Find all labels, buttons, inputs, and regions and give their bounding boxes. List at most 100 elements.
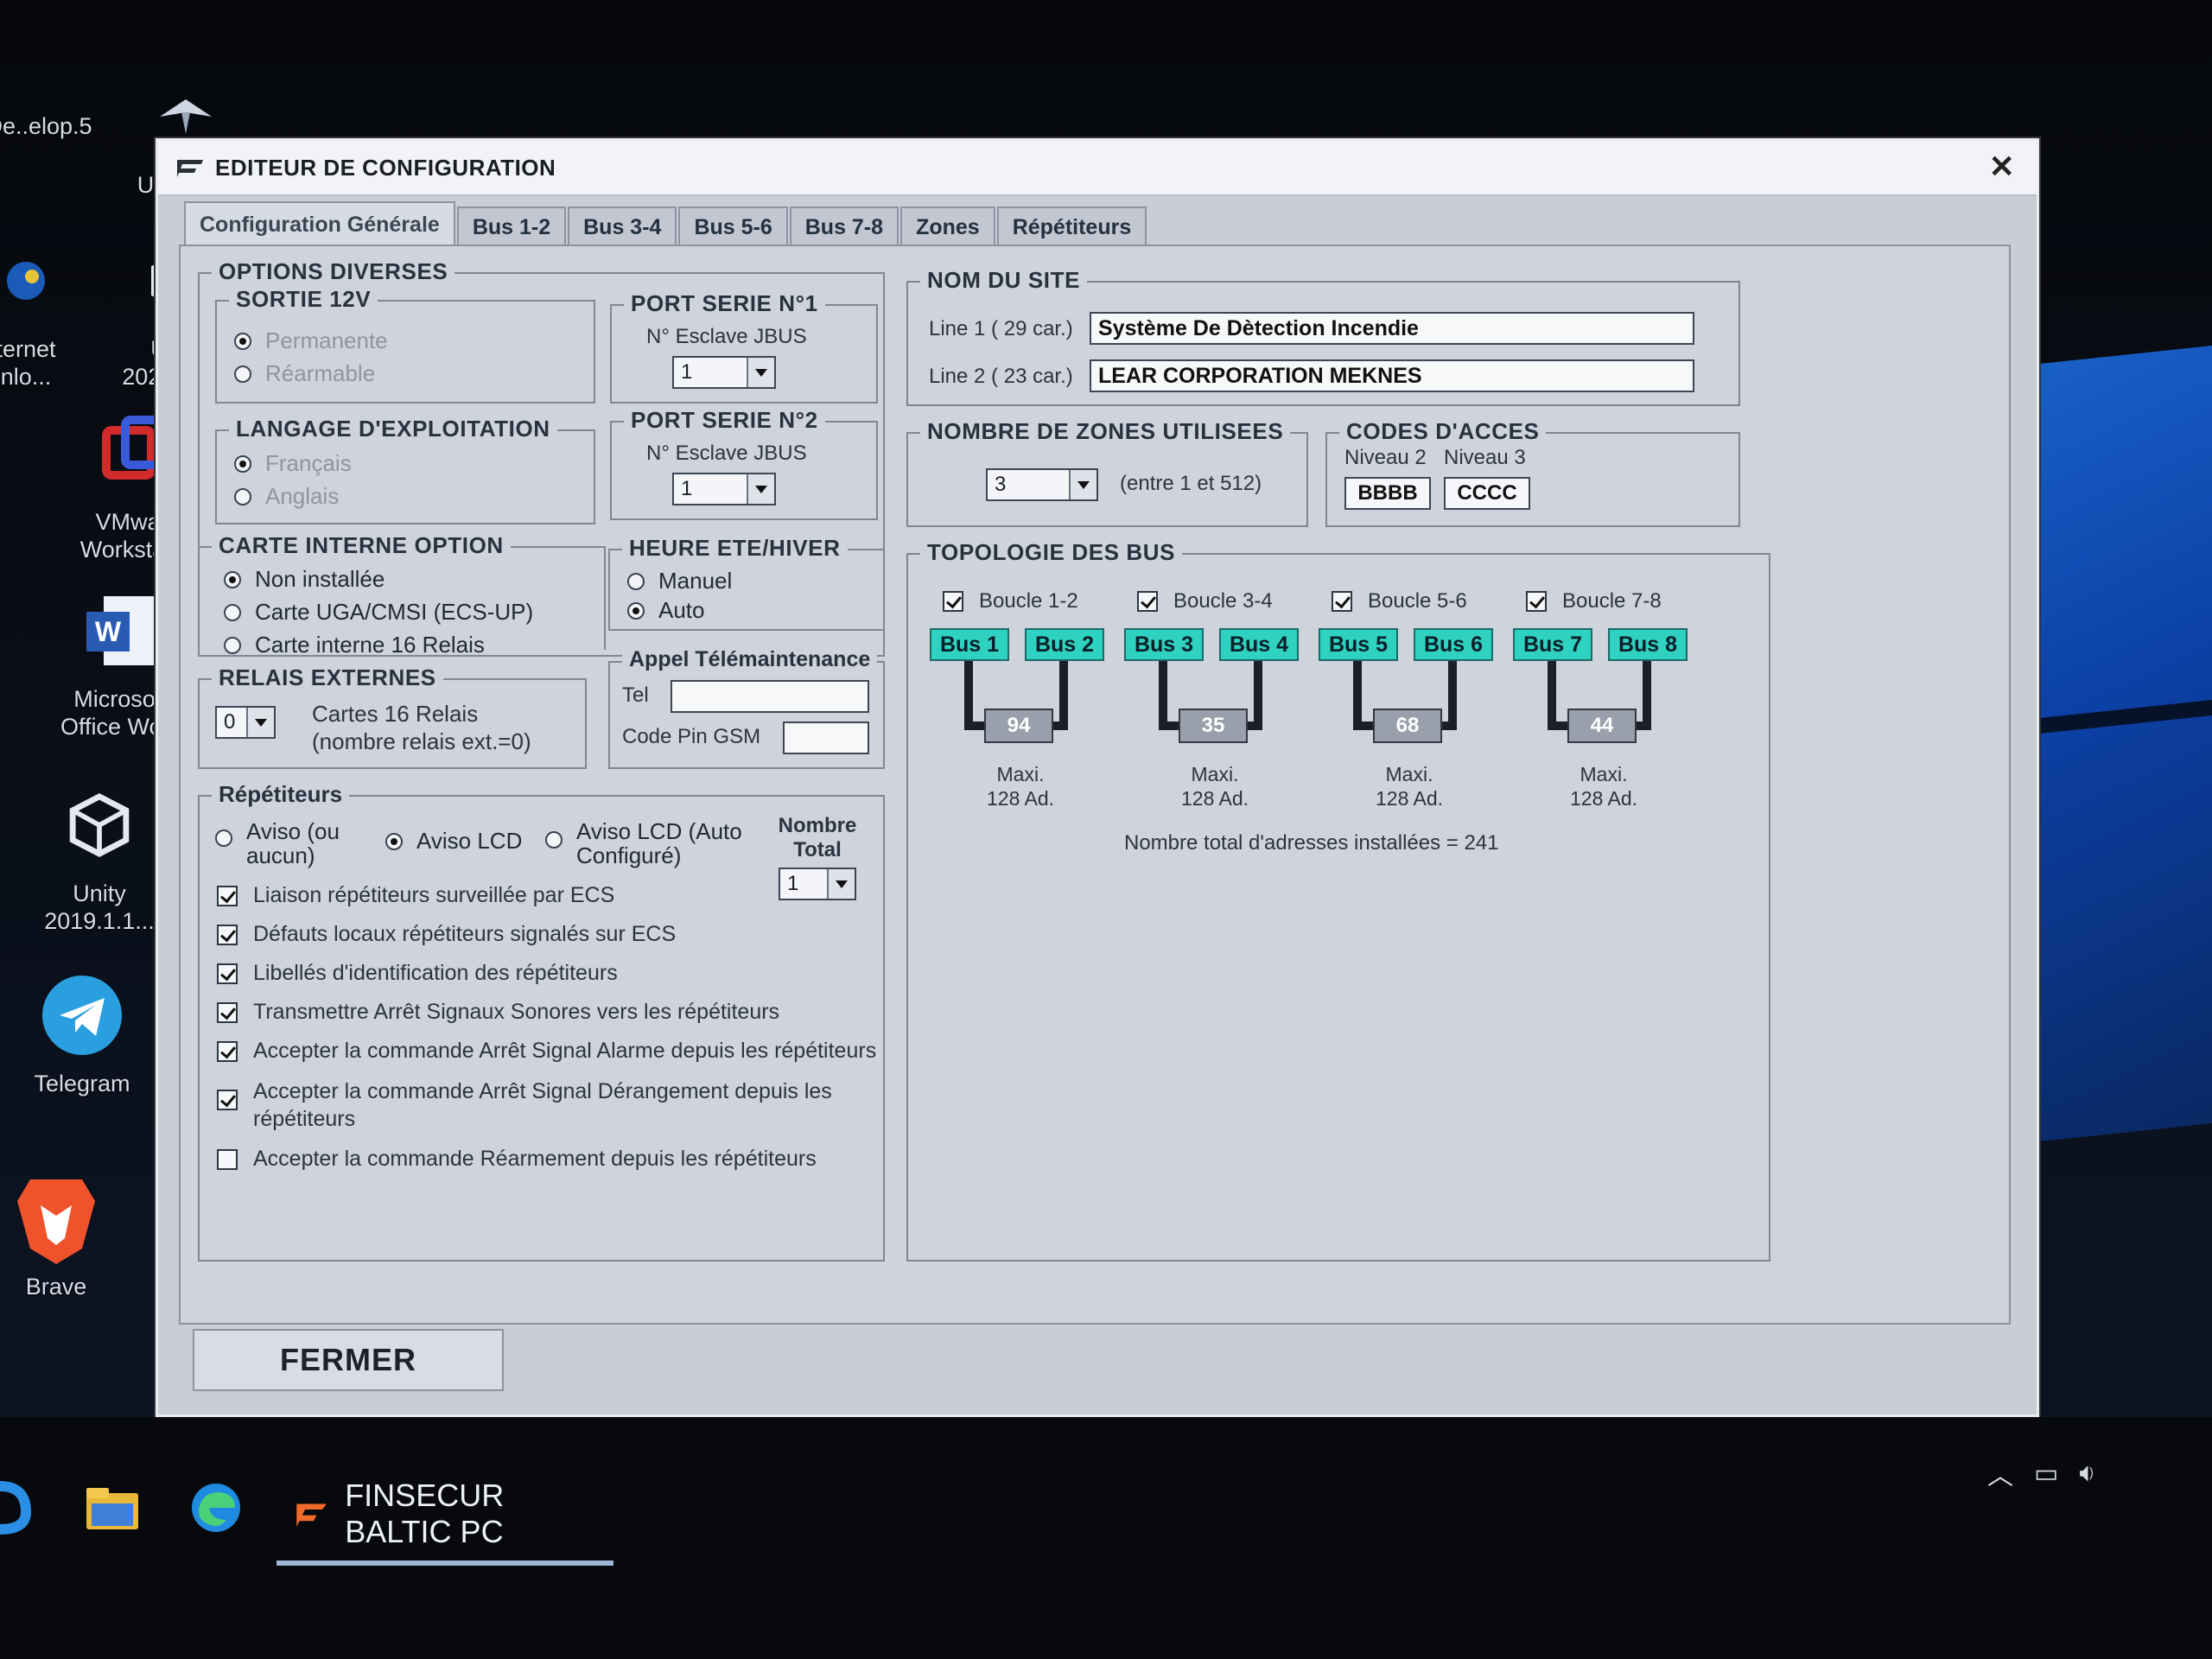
desktop-icon-label: nlo... [0,364,52,390]
check-transmettre-arret[interactable]: Transmettre Arrêt Signaux Sonores vers l… [217,1000,779,1025]
nombre-total-select[interactable]: 1 [779,868,856,900]
radio-non-installee[interactable]: Non installée [224,566,385,593]
radio-carte-uga[interactable]: Carte UGA/CMSI (ECS-UP) [224,599,533,626]
nombre-zones-select[interactable]: 3 [986,468,1098,501]
check-loop[interactable]: Boucle 7-8 [1526,589,1662,613]
tab-configuration-generale[interactable]: Configuration Générale [184,201,455,246]
radio-label: Manuel [658,568,733,594]
close-icon[interactable]: ✕ [1981,148,2023,186]
checkbox[interactable] [1526,591,1547,612]
radio-francais[interactable]: Français [234,450,352,477]
chevron-down-icon[interactable] [747,358,774,387]
tab-bus-1-2[interactable]: Bus 1-2 [456,207,567,246]
file-explorer-icon[interactable] [78,1469,147,1547]
radio-button[interactable] [224,570,241,588]
bus-button-a[interactable]: Bus 5 [1319,628,1398,661]
port1-slave-select[interactable]: 1 [672,356,776,389]
chevron-down-icon[interactable] [747,474,774,504]
tab-bus-3-4[interactable]: Bus 3-4 [568,207,677,246]
radio-aviso-lcd-auto[interactable]: Aviso LCD (Auto Configuré) [545,819,775,868]
check-loop[interactable]: Boucle 3-4 [1137,589,1273,613]
check-defauts-locaux[interactable]: Défauts locaux répétiteurs signalés sur … [217,922,676,947]
radio-button[interactable] [234,454,251,473]
bus-button-a[interactable]: Bus 7 [1513,628,1592,661]
checkbox[interactable] [1137,591,1158,612]
check-arret-alarme[interactable]: Accepter la commande Arrêt Signal Alarme… [217,1039,876,1064]
fermer-button[interactable]: FERMER [193,1329,504,1391]
radio-button[interactable] [627,572,645,590]
radio-button[interactable] [234,365,251,383]
network-icon[interactable]: ▭ [2034,1459,2058,1489]
desktop-icon-develop[interactable]: De..elop.5 [0,112,112,140]
taskbar-app-finsecur[interactable]: FINSECUR BALTIC PC [276,1462,613,1566]
bus-button-b[interactable]: Bus 2 [1025,628,1104,661]
radio-auto[interactable]: Auto [627,597,705,624]
chevron-down-icon[interactable] [827,869,855,899]
chevron-down-icon[interactable] [1069,470,1096,499]
tab-bus-7-8[interactable]: Bus 7-8 [789,207,899,246]
radio-button[interactable] [385,832,403,850]
checkbox[interactable] [217,924,238,945]
site-line1-input[interactable]: Système De Dètection Incendie [1090,312,1694,345]
desktop-icon-brave[interactable]: Brave [0,1171,130,1300]
radio-anglais[interactable]: Anglais [234,483,339,510]
check-arret-derangement[interactable]: Accepter la commande Arrêt Signal Dérang… [217,1077,832,1133]
checkbox[interactable] [217,963,238,984]
edge-partial-icon[interactable] [0,1469,35,1547]
check-rearmement[interactable]: Accepter la commande Réarmement depuis l… [217,1147,817,1172]
desktop-icon-unity-2019[interactable]: Unity 2019.1.1... [26,778,173,935]
radio-button[interactable] [224,603,241,621]
checkbox[interactable] [943,591,963,612]
check-loop[interactable]: Boucle 1-2 [943,589,1078,613]
radio-button[interactable] [215,830,232,847]
checkbox[interactable] [217,1148,238,1170]
code-niveau2[interactable]: BBBB [1344,477,1431,510]
internet-icon [0,233,73,328]
pin-gsm-input[interactable] [783,721,869,754]
volume-icon[interactable]: 🔉︎ [2079,1459,2095,1488]
checkbox-label: Accepter la commande Arrêt Signal Alarme… [253,1039,877,1063]
chevron-down-icon[interactable] [246,708,274,737]
desktop-icon-telegram[interactable]: Telegram [9,968,156,1097]
port2-slave-select[interactable]: 1 [672,473,776,505]
radio-aviso-lcd[interactable]: Aviso LCD [385,828,522,855]
radio-permanente[interactable]: Permanente [234,327,388,354]
bus-button-b[interactable]: Bus 8 [1608,628,1688,661]
radio-carte-16-relais[interactable]: Carte interne 16 Relais [224,632,485,658]
edge-icon[interactable] [181,1469,251,1547]
bus-button-a[interactable]: Bus 1 [930,628,1009,661]
tab-zones[interactable]: Zones [900,207,995,246]
radio-aviso-aucun[interactable]: Aviso (ou aucun) [215,819,367,868]
checkbox[interactable] [217,1090,238,1110]
radio-button[interactable] [234,332,251,350]
checkbox[interactable] [217,1040,238,1062]
checkbox[interactable] [1332,591,1352,612]
tab-bus-5-6[interactable]: Bus 5-6 [678,207,788,246]
check-loop[interactable]: Boucle 5-6 [1332,589,1467,613]
radio-button[interactable] [234,487,251,505]
relais-nombre-label: (nombre relais ext.=0) [312,728,531,754]
checkbox[interactable] [217,1001,238,1023]
check-liaison-surveillee[interactable]: Liaison répétiteurs surveillée par ECS [217,883,614,908]
bus-button-a[interactable]: Bus 3 [1124,628,1204,661]
group-title: TOPOLOGIE DES BUS [920,539,1183,566]
relais-externes-select[interactable]: 0 [215,706,276,739]
site-line1-label: Line 1 ( 29 car.) [929,317,1073,340]
radio-button[interactable] [627,601,645,620]
checkbox[interactable] [217,885,238,906]
radio-manuel[interactable]: Manuel [627,568,732,594]
group-title: LANGAGE D'EXPLOITATION [229,416,557,442]
radio-rearmable[interactable]: Réarmable [234,360,375,387]
bus-button-b[interactable]: Bus 6 [1414,628,1493,661]
check-libelles[interactable]: Libellés d'identification des répétiteur… [217,961,618,986]
chevron-up-icon[interactable]: ︿ [1987,1454,2013,1492]
tel-input[interactable] [671,680,869,713]
site-line2-input[interactable]: LEAR CORPORATION MEKNES [1090,359,1694,392]
code-niveau3[interactable]: CCCC [1444,477,1530,510]
radio-button[interactable] [545,831,563,849]
desktop-icon-internet[interactable]: ternet nlo... [0,233,99,391]
bus-button-b[interactable]: Bus 4 [1219,628,1299,661]
tab-repetiteurs[interactable]: Répétiteurs [996,207,1147,246]
radio-button[interactable] [224,636,241,654]
window-titlebar[interactable]: EDITEUR DE CONFIGURATION ✕ [158,141,2037,196]
